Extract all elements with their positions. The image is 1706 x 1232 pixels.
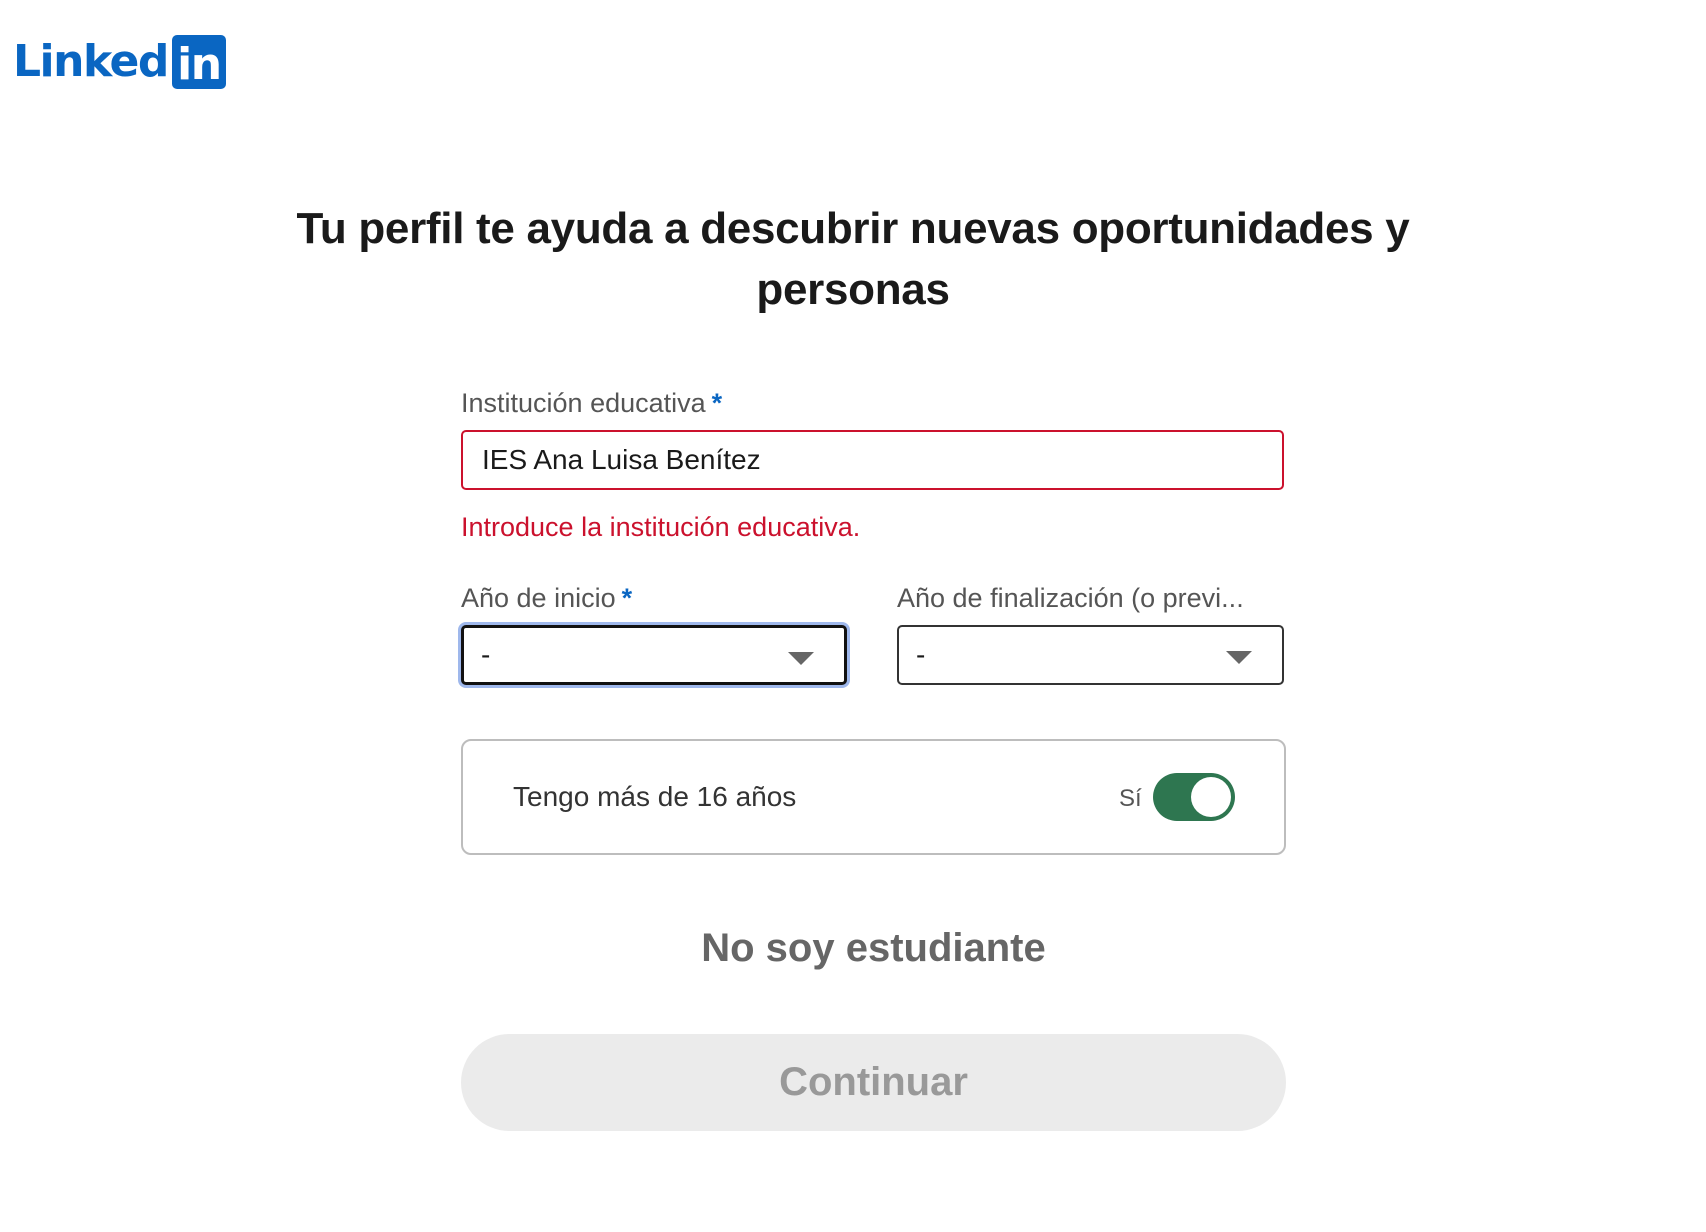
required-mark: * [711,388,723,418]
end-year-select[interactable]: - [897,625,1284,685]
start-year-value: - [481,639,491,670]
toggle-state-label: Sí [1119,785,1142,812]
end-year-label-text: Año de finalización (o previ... [897,583,1244,613]
page-headline: Tu perfil te ayuda a descubrir nuevas op… [296,204,1410,314]
start-year-label: Año de inicio * [461,583,632,614]
institution-label-text: Institución educativa [461,388,706,418]
start-year-select[interactable]: - [461,625,847,685]
institution-input[interactable] [461,430,1284,490]
required-mark: * [621,583,633,613]
caret-down-icon [1226,651,1252,664]
start-year-label-text: Año de inicio [461,583,616,613]
linkedin-logo[interactable]: Linked in [13,34,226,90]
age-confirmation-text: Tengo más de 16 años [513,781,797,812]
logo-in-box: in [171,35,226,89]
end-year-value: - [916,639,926,670]
continue-button[interactable]: Continuar [461,1034,1286,1131]
institution-label: Institución educativa * [461,388,722,419]
logo-wordmark: Linked [13,36,169,87]
toggle-knob [1191,777,1231,817]
end-year-label: Año de finalización (o previ... [897,583,1244,614]
caret-down-icon [788,652,814,665]
age-confirmation-box: Tengo más de 16 años Sí [461,739,1286,855]
not-student-button[interactable]: No soy estudiante [461,926,1286,971]
age-toggle-switch[interactable] [1153,773,1235,821]
institution-error: Introduce la institución educativa. [461,512,861,542]
